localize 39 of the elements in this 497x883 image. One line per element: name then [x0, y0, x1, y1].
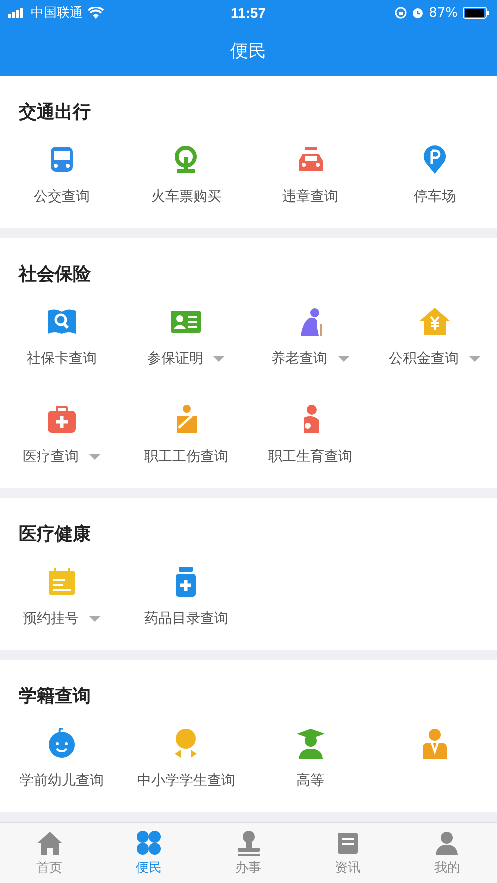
clover-icon — [136, 830, 162, 856]
section-title: 交通出行 — [19, 101, 92, 124]
signal-icon — [8, 8, 26, 18]
section-title: 医疗健康 — [19, 523, 92, 546]
service-label[interactable]: 火车票购买 — [151, 188, 222, 206]
service-label[interactable]: 中小学学生查询 — [137, 772, 236, 790]
battery-icon — [462, 7, 489, 19]
kit-icon[interactable] — [46, 404, 78, 436]
wifi-icon — [88, 7, 104, 19]
carrier-name: 中国联通 — [31, 5, 83, 22]
service-label[interactable]: 违章查询 — [282, 188, 339, 206]
caret-icon[interactable] — [89, 454, 102, 460]
caret-icon[interactable] — [468, 356, 481, 362]
house-icon[interactable] — [418, 306, 451, 338]
page-title: 便民 — [230, 40, 266, 63]
home-icon — [36, 830, 63, 856]
service-label[interactable]: 停车场 — [414, 188, 456, 206]
caret-icon[interactable] — [213, 356, 226, 362]
service-label[interactable]: 社保卡查询 — [27, 350, 98, 368]
service-label[interactable]: 公积金查询 — [388, 350, 459, 368]
caret-icon[interactable] — [89, 616, 102, 622]
service-label[interactable]: 职工工伤查询 — [144, 448, 228, 466]
stamp-icon — [236, 830, 262, 856]
service-label[interactable]: 医疗查询 — [23, 448, 80, 466]
grad-icon[interactable] — [294, 728, 327, 760]
service-label[interactable]: 高等 — [296, 772, 325, 790]
section-title: 社会保险 — [19, 263, 92, 286]
caret-icon[interactable] — [338, 356, 350, 362]
section-title: 学籍查询 — [19, 685, 92, 708]
service-label[interactable]: 公交查询 — [34, 188, 90, 206]
service-label[interactable]: 职工生育查询 — [268, 448, 353, 466]
service-label[interactable]: 药品目录查询 — [144, 610, 228, 628]
service-label[interactable]: 学前幼儿查询 — [20, 772, 104, 790]
service-label[interactable]: 参保证明 — [147, 350, 204, 368]
service-label[interactable]: 预约挂号 — [23, 610, 80, 628]
status-time: 11:57 — [230, 5, 266, 21]
service-label[interactable]: 养老查询 — [272, 350, 328, 368]
battery-percent: 87% — [429, 6, 458, 20]
person-icon — [434, 830, 460, 856]
